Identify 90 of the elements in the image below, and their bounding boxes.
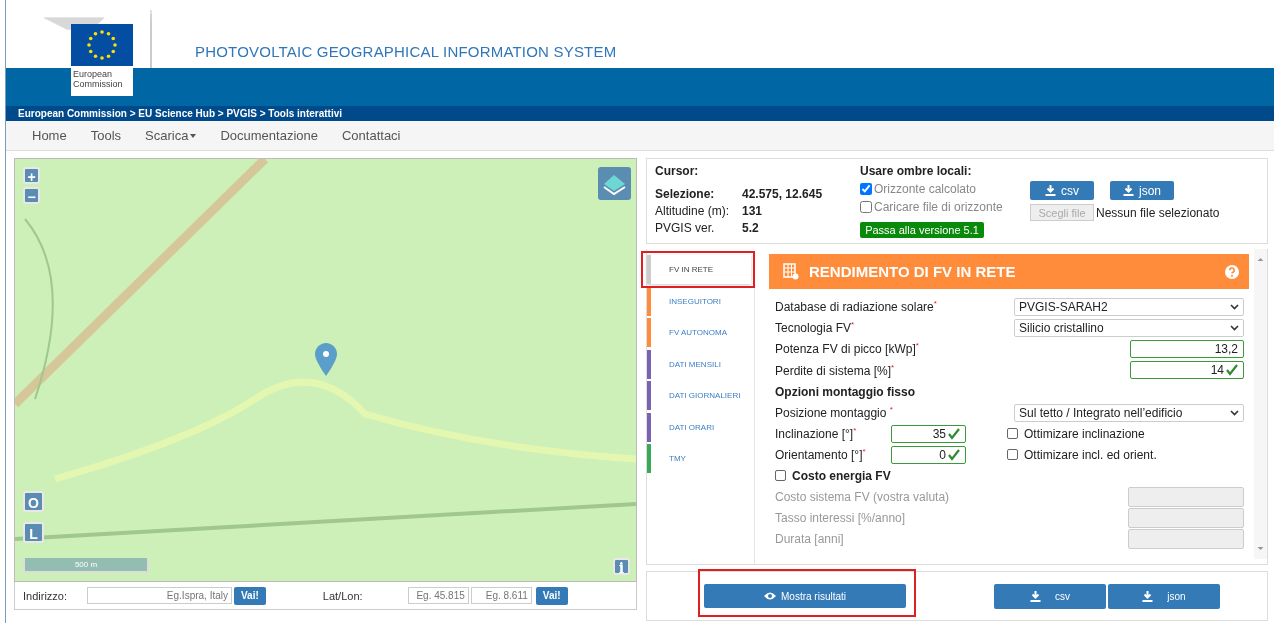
logo-text: European Commission bbox=[71, 66, 133, 96]
go-button[interactable]: Vai! bbox=[234, 586, 266, 605]
tab[interactable]: TMY bbox=[647, 444, 751, 473]
map-view[interactable]: + − O L 500 m i bbox=[14, 158, 637, 582]
address-field[interactable]: Eg.Ispra, Italy bbox=[87, 587, 232, 604]
shade-title: Usare ombre locali: bbox=[860, 164, 973, 178]
dropdown[interactable]: Sul tetto / Integrato nell’edificio bbox=[1014, 403, 1244, 422]
info-value: 5.2 bbox=[742, 221, 760, 235]
check-icon bbox=[948, 427, 960, 440]
option-label: Costo energia FV bbox=[792, 468, 891, 483]
field-label: Perdite di sistema [%]$^{*}$ bbox=[775, 362, 896, 378]
number-field[interactable]: 0 bbox=[891, 445, 966, 464]
layer-button[interactable]: O bbox=[23, 491, 44, 512]
solar-panel-icon bbox=[783, 263, 799, 280]
nav-link[interactable]: Tools bbox=[78, 128, 134, 143]
eu-flag-icon bbox=[71, 24, 133, 66]
checkbox[interactable] bbox=[1007, 428, 1018, 439]
zoom-out-button[interactable]: − bbox=[23, 187, 40, 204]
number-field[interactable]: 35 bbox=[891, 424, 966, 443]
field-label: Costo sistema FV (vostra valuta) bbox=[775, 489, 951, 504]
field-label: Database di radiazione solare$^{*}$ bbox=[775, 299, 938, 314]
panel-title: RENDIMENTO DI FV IN RETE bbox=[809, 263, 1017, 280]
go-button[interactable]: Vai! bbox=[535, 586, 568, 605]
tab[interactable]: DATI ORARI bbox=[647, 412, 751, 442]
nav-link[interactable]: Contattaci bbox=[329, 128, 413, 143]
layer-button[interactable]: L bbox=[23, 522, 44, 543]
section-heading: Opzioni montaggio fisso bbox=[775, 384, 916, 399]
option-label: Ottimizare inclinazione bbox=[1024, 426, 1145, 441]
check-icon bbox=[948, 448, 960, 461]
field-label: Orientamento [°]$^{*}$ bbox=[775, 447, 867, 462]
cursor-label: Cursor: bbox=[655, 164, 700, 178]
download-button[interactable]: csv bbox=[1030, 181, 1094, 200]
map-scale: 500 m bbox=[23, 558, 149, 573]
download-icon bbox=[1030, 590, 1041, 602]
dropdown[interactable]: Silicio cristallino bbox=[1014, 318, 1244, 337]
download-icon bbox=[1123, 185, 1134, 196]
download-icon bbox=[1045, 185, 1056, 196]
field-label: Tasso interessi [%/anno] bbox=[775, 510, 907, 525]
checkbox[interactable] bbox=[860, 201, 872, 213]
file-status: Nessun file selezionato bbox=[1096, 205, 1220, 220]
info-value: 131 bbox=[742, 204, 764, 218]
address-label: Indirizzo: bbox=[23, 589, 69, 602]
tab[interactable]: DATI GIORNALIERI bbox=[647, 381, 751, 410]
site-title: PHOTOVOLTAIC GEOGRAPHICAL INFORMATION SYSTEM bbox=[195, 43, 617, 60]
caret-icon bbox=[1230, 409, 1239, 416]
caret-icon bbox=[190, 133, 197, 138]
show-results-button[interactable]: Mostra risultati bbox=[704, 584, 906, 608]
nav-link[interactable]: Scarica bbox=[133, 128, 209, 143]
info-button[interactable]: i bbox=[613, 558, 630, 575]
download-button[interactable]: csv bbox=[994, 583, 1106, 609]
tab[interactable]: FV IN RETE bbox=[647, 255, 751, 284]
number-field[interactable]: 13,2 bbox=[1130, 339, 1244, 358]
field-label: Inclinazione [°]$^{*}$ bbox=[775, 426, 858, 441]
longitude-field[interactable]: Eg. 8.611 bbox=[470, 587, 532, 604]
info-label: PVGIS ver. bbox=[655, 221, 716, 235]
option-label: Caricare file di orizzonte bbox=[874, 200, 1003, 214]
info-label: Selezione: bbox=[655, 187, 716, 201]
nav-link[interactable]: Documentazione bbox=[208, 128, 330, 143]
number-field[interactable]: 14 bbox=[1130, 361, 1244, 380]
latlon-label: Lat/Lon: bbox=[322, 589, 364, 602]
layers-icon[interactable] bbox=[598, 167, 631, 200]
option-label: Orizzonte calcolato bbox=[874, 182, 977, 196]
download-icon bbox=[1142, 590, 1154, 602]
field-label: Potenza FV di picco [kWp]$^{*}$ bbox=[775, 341, 920, 357]
help-icon[interactable] bbox=[1225, 264, 1239, 279]
info-value: 42.575, 12.645 bbox=[742, 187, 824, 201]
checkbox[interactable] bbox=[775, 470, 786, 481]
caret-icon bbox=[1230, 303, 1239, 310]
eye-icon bbox=[764, 592, 776, 600]
tab[interactable]: FV AUTONOMA bbox=[647, 318, 751, 347]
tab[interactable]: DATI MENSILI bbox=[647, 349, 751, 379]
breadcrumb: European Commission > EU Science Hub > PVGIS > Tools interattivi bbox=[6, 106, 1274, 121]
check-icon bbox=[1226, 364, 1238, 377]
field-label: Posizione montaggio $^{*}$ bbox=[775, 405, 894, 420]
version-button[interactable]: Passa alla versione 5.1 bbox=[860, 222, 984, 238]
field-label: Durata [anni] bbox=[775, 531, 845, 546]
latitude-field[interactable]: Eg. 45.815 bbox=[407, 587, 469, 604]
field-label: Tecnologia FV$^{*}$ bbox=[775, 320, 856, 335]
option-label: Ottimizare incl. ed orient. bbox=[1024, 447, 1157, 462]
checkbox[interactable] bbox=[1007, 449, 1018, 460]
map-pin-icon bbox=[315, 343, 337, 376]
nav-link[interactable]: Home bbox=[20, 128, 79, 143]
download-button[interactable]: json bbox=[1108, 583, 1220, 609]
info-label: Altitudine (m): bbox=[655, 204, 731, 218]
tab[interactable]: INSEGUITORI bbox=[647, 286, 751, 316]
checkbox[interactable] bbox=[860, 183, 872, 195]
download-button[interactable]: json bbox=[1110, 181, 1174, 200]
caret-icon bbox=[1230, 324, 1239, 331]
zoom-in-button[interactable]: + bbox=[23, 167, 40, 184]
dropdown[interactable]: PVGIS-SARAH2 bbox=[1014, 297, 1244, 316]
